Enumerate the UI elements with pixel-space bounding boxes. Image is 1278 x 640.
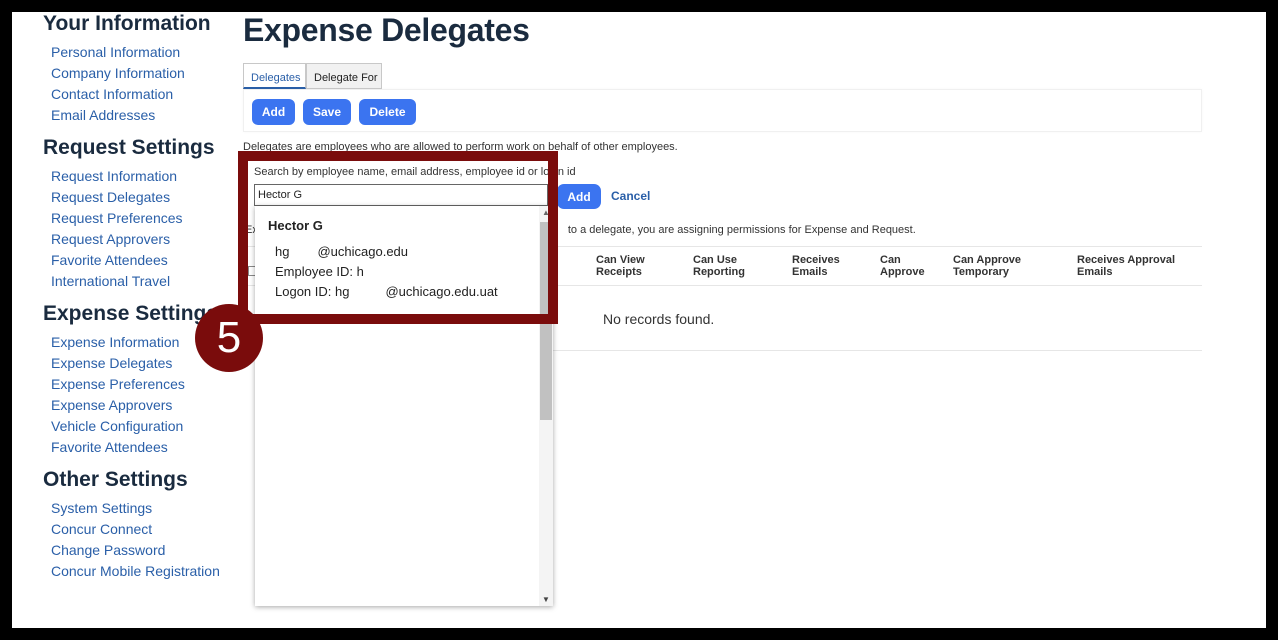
tab-delegate-for[interactable]: Delegate For [306,63,382,89]
scroll-down-icon[interactable]: ▼ [542,595,550,604]
section-title-request-settings: Request Settings [43,136,215,159]
search-input[interactable] [254,184,548,206]
section-title-your-information: Your Information [43,12,211,35]
result-employee-id[interactable]: Employee ID: h [275,264,364,279]
sidebar-item-favorite-attendees-request[interactable]: Favorite Attendees [51,252,168,268]
cancel-link[interactable]: Cancel [611,189,650,203]
sidebar-item-contact-information[interactable]: Contact Information [51,86,173,102]
sidebar-item-expense-information[interactable]: Expense Information [51,334,179,350]
delegates-description: Delegates are employees who are allowed … [243,141,678,153]
section-title-expense-settings: Expense Settings [43,302,219,325]
sidebar-item-expense-approvers[interactable]: Expense Approvers [51,397,172,413]
col-can-approve[interactable]: Can Approve [880,254,935,278]
assign-text-right: to a delegate, you are assigning permiss… [567,224,916,236]
sidebar-item-favorite-attendees-expense[interactable]: Favorite Attendees [51,439,168,455]
col-receives-approval-emails[interactable]: Receives Approval Emails [1077,254,1187,278]
sidebar-item-request-approvers[interactable]: Request Approvers [51,231,170,247]
sidebar-item-personal-information[interactable]: Personal Information [51,44,180,60]
sidebar-item-expense-delegates[interactable]: Expense Delegates [51,355,172,371]
sidebar-item-expense-preferences[interactable]: Expense Preferences [51,376,185,392]
result-logon-prefix: Logon ID: hg [275,284,350,299]
sidebar-item-vehicle-configuration[interactable]: Vehicle Configuration [51,418,183,434]
col-receives-emails[interactable]: Receives Emails [792,254,852,278]
dropdown-scrollbar[interactable]: ▲ ▼ [539,206,553,606]
toolbar: Add Save Delete [243,89,1202,132]
search-results-dropdown: Hector G hg @uchicago.edu Employee ID: h … [255,206,553,606]
col-can-approve-temporary[interactable]: Can Approve Temporary [953,254,1053,278]
save-button[interactable]: Save [303,99,351,125]
tab-delegates[interactable]: Delegates [243,63,306,89]
add-delegate-button[interactable]: Add [557,184,601,209]
delete-button[interactable]: Delete [359,99,416,125]
sidebar-item-concur-mobile-registration[interactable]: Concur Mobile Registration [51,563,220,579]
sidebar-item-request-delegates[interactable]: Request Delegates [51,189,170,205]
scroll-up-icon[interactable]: ▲ [542,208,550,217]
col-can-use-reporting[interactable]: Can Use Reporting [693,254,763,278]
step-badge: 5 [195,304,263,372]
section-title-other-settings: Other Settings [43,468,188,491]
result-email[interactable]: hg @uchicago.edu [275,244,408,259]
sidebar-item-request-preferences[interactable]: Request Preferences [51,210,183,226]
result-logon-id[interactable]: Logon ID: hg @uchicago.edu.uat [275,284,498,299]
sidebar-item-system-settings[interactable]: System Settings [51,500,152,516]
search-label: Search by employee name, email address, … [254,166,576,178]
sidebar-item-concur-connect[interactable]: Concur Connect [51,521,152,537]
result-logon-domain: @uchicago.edu.uat [385,284,498,299]
sidebar-item-email-addresses[interactable]: Email Addresses [51,107,155,123]
sidebar-item-international-travel[interactable]: International Travel [51,273,170,289]
result-email-domain: @uchicago.edu [317,244,409,259]
scroll-thumb[interactable] [540,222,552,420]
sidebar-item-change-password[interactable]: Change Password [51,542,165,558]
result-name[interactable]: Hector G [268,218,323,233]
page-title: Expense Delegates [243,12,530,48]
sidebar-item-company-information[interactable]: Company Information [51,65,185,81]
result-email-user: hg [275,244,290,259]
app-frame: Your Information Personal Information Co… [12,12,1266,628]
sidebar-item-request-information[interactable]: Request Information [51,168,177,184]
add-button[interactable]: Add [252,99,295,125]
no-records-message: No records found. [603,311,715,327]
col-can-view-receipts[interactable]: Can View Receipts [596,254,666,278]
